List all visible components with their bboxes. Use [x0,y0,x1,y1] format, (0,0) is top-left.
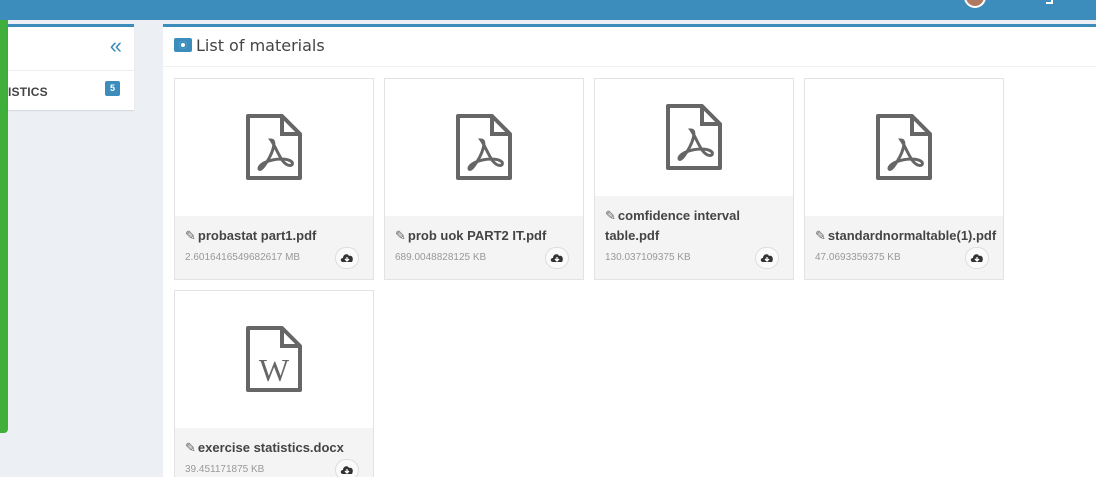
pdf-file-icon [595,79,793,197]
svg-text:W: W [259,352,290,388]
sidebar-item-label: ISTICS [8,85,48,99]
paperclip-icon: ✎ [605,208,616,223]
file-name: comfidence interval table.pdf [605,208,741,243]
paperclip-icon: ✎ [185,440,196,455]
file-info: ✎ probastat part1.pdf 2.6016416549682617 … [175,216,373,279]
count-badge: 5 [104,81,120,96]
file-card[interactable]: ✎ standardnormaltable(1).pdf 47.069335937… [804,78,1004,280]
double-chevron-left-icon[interactable]: « [110,35,122,57]
sidebar-item-statistics[interactable]: ISTICS 5 [8,71,134,111]
download-button[interactable] [335,247,359,269]
cloud-download-icon [760,254,773,262]
file-name: standardnormaltable(1).pdf [827,228,997,243]
file-size: 39.451171875 KB [185,464,265,475]
user-avatar[interactable] [964,0,986,8]
file-info: ✎ comfidence interval table.pdf 130.03710… [595,196,793,279]
file-size: 689.0048828125 KB [395,252,487,263]
download-button[interactable] [545,247,569,269]
sidebar-panel: « ISTICS 5 [8,24,134,110]
top-navbar [0,0,1096,20]
file-info: ✎ exercise statistics.docx 39.451171875 K… [175,428,373,477]
file-info: ✎ standardnormaltable(1).pdf 47.069335937… [805,216,1003,279]
cloud-download-icon [340,466,353,474]
file-info: ✎ prob uok PART2 IT.pdf 689.0048828125 KB [385,216,583,279]
file-card[interactable]: ✎ comfidence interval table.pdf 130.03710… [594,78,794,280]
panel-header: List of materials [163,27,1096,67]
download-button[interactable] [755,247,779,269]
file-size: 47.0693359375 KB [815,252,901,263]
file-name: prob uok PART2 IT.pdf [407,228,547,243]
cloud-download-icon [340,254,353,262]
cloud-download-icon [550,254,563,262]
pdf-file-icon [175,79,373,217]
word-file-icon: W [175,291,373,429]
download-button[interactable] [335,459,359,477]
chevron-down-icon[interactable] [1046,0,1053,4]
pdf-file-icon [805,79,1003,217]
file-card[interactable]: ✎ probastat part1.pdf 2.6016416549682617 … [174,78,374,280]
file-name-link[interactable]: ✎ probastat part1.pdf [185,226,365,246]
file-card[interactable]: ✎ prob uok PART2 IT.pdf 689.0048828125 KB [384,78,584,280]
page-title: List of materials [196,36,325,55]
cloud-download-icon [970,254,983,262]
file-name: exercise statistics.docx [197,440,344,455]
file-name: probastat part1.pdf [197,228,317,243]
file-name-link[interactable]: ✎ standardnormaltable(1).pdf [815,226,997,246]
camera-icon [174,38,192,52]
paperclip-icon: ✎ [815,228,826,243]
file-name-link[interactable]: ✎ comfidence interval table.pdf [605,206,785,246]
file-name-link[interactable]: ✎ prob uok PART2 IT.pdf [395,226,575,246]
file-name-link[interactable]: ✎ exercise statistics.docx [185,438,365,458]
download-button[interactable] [965,247,989,269]
left-accent-bar [0,20,8,433]
file-card[interactable]: W ✎ exercise statistics.docx 39.451171875… [174,290,374,477]
pdf-file-icon [385,79,583,217]
paperclip-icon: ✎ [185,228,196,243]
file-size: 2.6016416549682617 MB [185,252,301,263]
file-size: 130.037109375 KB [605,252,691,263]
paperclip-icon: ✎ [395,228,406,243]
